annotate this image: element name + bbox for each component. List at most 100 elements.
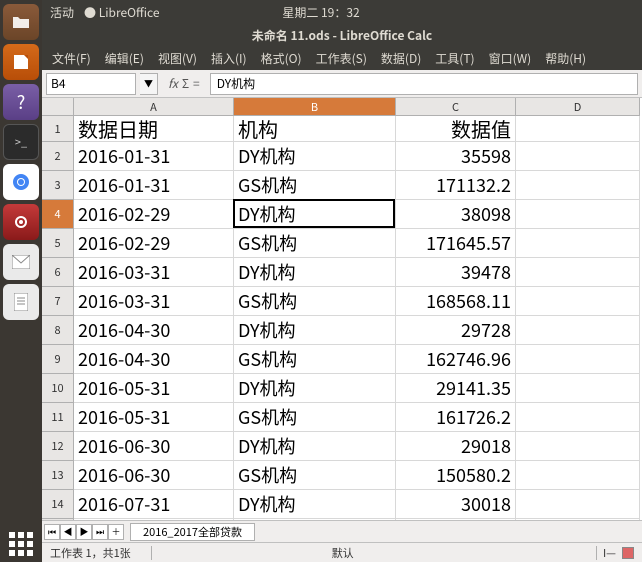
cell[interactable]: GS机构 (234, 403, 396, 432)
launcher-apps-icon[interactable] (3, 526, 39, 562)
row-header[interactable]: 14 (42, 490, 74, 519)
cell[interactable]: 150580.2 (396, 461, 516, 490)
cell[interactable]: 数据日期 (74, 116, 234, 142)
menu-edit[interactable]: 编辑(E) (99, 48, 150, 69)
cell[interactable]: 161726.2 (396, 403, 516, 432)
menu-window[interactable]: 窗口(W) (483, 48, 538, 69)
cell[interactable]: 171645.57 (396, 229, 516, 258)
cell[interactable]: GS机构 (234, 461, 396, 490)
row-header[interactable]: 8 (42, 316, 74, 345)
column-header-B[interactable]: B (234, 98, 396, 116)
cell[interactable]: 2016-04-30 (74, 316, 234, 345)
row-header[interactable]: 3 (42, 171, 74, 200)
menu-tools[interactable]: 工具(T) (429, 48, 480, 69)
cell[interactable]: 机构 (234, 116, 396, 142)
row-header[interactable]: 5 (42, 229, 74, 258)
row-header[interactable]: 12 (42, 432, 74, 461)
row-header[interactable]: 7 (42, 287, 74, 316)
column-header-A[interactable]: A (74, 98, 234, 116)
equals-icon[interactable]: = (193, 75, 200, 92)
cell[interactable]: 2016-07-31 (74, 519, 234, 520)
launcher-libreoffice-icon[interactable] (3, 44, 39, 80)
cell[interactable]: DY机构 (234, 432, 396, 461)
launcher-terminal-icon[interactable]: >_ (3, 124, 39, 160)
row-header[interactable]: 13 (42, 461, 74, 490)
cell[interactable] (516, 316, 640, 345)
cell[interactable] (516, 200, 640, 229)
cell[interactable]: 38098 (396, 200, 516, 229)
cell[interactable]: 2016-01-31 (74, 142, 234, 171)
menu-file[interactable]: 文件(F) (46, 48, 97, 69)
menu-help[interactable]: 帮助(H) (539, 48, 592, 69)
sheet-tab[interactable]: 2016_2017全部贷款 (130, 523, 255, 541)
row-header[interactable]: 9 (42, 345, 74, 374)
cell[interactable]: DY机构 (234, 258, 396, 287)
cell[interactable] (516, 374, 640, 403)
cell[interactable] (516, 171, 640, 200)
cell[interactable]: 154954.3 (396, 519, 516, 520)
cell[interactable]: 2016-06-30 (74, 461, 234, 490)
menu-sheet[interactable]: 工作表(S) (310, 48, 373, 69)
cell[interactable]: 2016-03-31 (74, 258, 234, 287)
status-save-icon[interactable] (622, 547, 634, 559)
cell[interactable]: 2016-07-31 (74, 490, 234, 519)
sheet-nav-last[interactable]: ⏭ (92, 524, 108, 540)
cell[interactable] (516, 461, 640, 490)
cell[interactable] (516, 519, 640, 520)
name-box[interactable]: B4 (46, 73, 136, 95)
launcher-help-icon[interactable]: ? (3, 84, 39, 120)
cell[interactable]: 168568.11 (396, 287, 516, 316)
row-header[interactable]: 10 (42, 374, 74, 403)
cell[interactable]: GS机构 (234, 287, 396, 316)
sum-icon[interactable]: Σ (182, 75, 189, 92)
cell[interactable]: 2016-06-30 (74, 432, 234, 461)
spreadsheet-grid[interactable]: ABCD1数据日期机构数据值22016-01-31DY机构3559832016-… (42, 98, 642, 520)
sheet-nav-next[interactable]: ▶ (76, 524, 92, 540)
row-header[interactable]: 4 (42, 200, 74, 229)
menu-insert[interactable]: 插入(I) (205, 48, 253, 69)
cell[interactable] (516, 258, 640, 287)
cell[interactable]: GS机构 (234, 171, 396, 200)
app-indicator[interactable]: ● LibreOffice (84, 4, 160, 21)
cell[interactable]: 2016-01-31 (74, 171, 234, 200)
cell[interactable]: 35598 (396, 142, 516, 171)
sheet-add[interactable]: ＋ (108, 524, 124, 540)
menu-format[interactable]: 格式(O) (255, 48, 308, 69)
sheet-nav-first[interactable]: ⏮ (44, 524, 60, 540)
cell[interactable]: 2016-02-29 (74, 200, 234, 229)
cell[interactable]: 2016-04-30 (74, 345, 234, 374)
cell[interactable] (516, 345, 640, 374)
row-header[interactable]: 6 (42, 258, 74, 287)
row-header[interactable]: 15 (42, 519, 74, 520)
sheet-nav-prev[interactable]: ◀ (60, 524, 76, 540)
cell[interactable]: 数据值 (396, 116, 516, 142)
cell[interactable]: 39478 (396, 258, 516, 287)
menu-data[interactable]: 数据(D) (375, 48, 427, 69)
launcher-files-icon[interactable] (3, 4, 39, 40)
unity-launcher[interactable]: ? >_ (0, 0, 42, 562)
clock[interactable]: 星期二 19：32 (282, 4, 359, 21)
cell[interactable] (516, 490, 640, 519)
column-header-C[interactable]: C (396, 98, 516, 116)
formula-input[interactable]: DY机构 (210, 73, 638, 95)
row-header[interactable]: 2 (42, 142, 74, 171)
cell[interactable]: DY机构 (234, 200, 396, 229)
function-wizard-icon[interactable]: fx (168, 75, 178, 92)
launcher-document-icon[interactable] (3, 284, 39, 320)
cell[interactable]: DY机构 (234, 374, 396, 403)
row-header[interactable]: 11 (42, 403, 74, 432)
cell[interactable] (516, 287, 640, 316)
cell[interactable]: 2016-05-31 (74, 374, 234, 403)
launcher-mail-icon[interactable] (3, 244, 39, 280)
cell[interactable]: GS机构 (234, 229, 396, 258)
cell[interactable]: 2016-05-31 (74, 403, 234, 432)
cell[interactable]: GS机构 (234, 519, 396, 520)
name-box-dropdown[interactable]: ▼ (140, 73, 158, 95)
cell[interactable]: DY机构 (234, 142, 396, 171)
launcher-browser-icon[interactable] (3, 164, 39, 200)
cell[interactable]: GS机构 (234, 345, 396, 374)
cell[interactable] (516, 116, 640, 142)
cell[interactable]: 162746.96 (396, 345, 516, 374)
cell[interactable]: 30018 (396, 490, 516, 519)
cell[interactable]: 29018 (396, 432, 516, 461)
